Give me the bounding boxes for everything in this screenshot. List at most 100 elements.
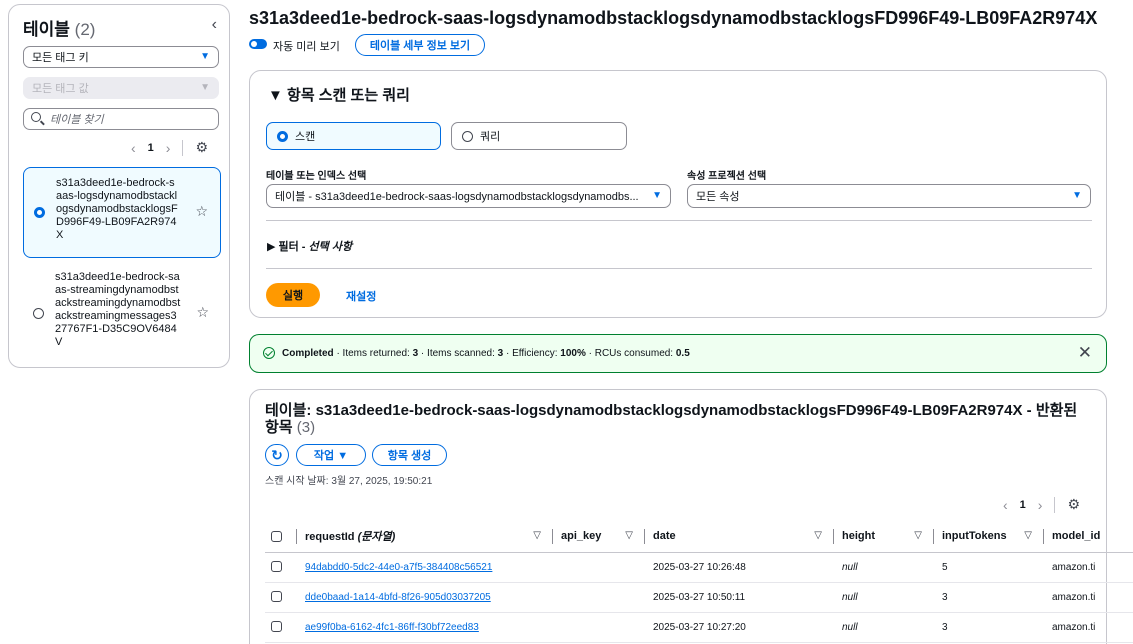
table-index-label: 테이블 또는 인덱스 선택 — [266, 171, 367, 182]
height-cell: null — [836, 612, 936, 643]
column-date[interactable]: date ▽ — [647, 521, 836, 553]
date-cell: 2025-03-27 10:27:20 — [647, 612, 836, 643]
radio-icon[interactable] — [33, 308, 44, 319]
filter-expander[interactable]: ▶ 필터 - 선택 사항 — [267, 238, 352, 254]
sort-caret-icon[interactable]: ▽ — [814, 530, 822, 541]
auto-preview-toggle[interactable] — [249, 39, 267, 49]
create-item-button[interactable]: 항목 생성 — [372, 444, 447, 466]
refresh-icon[interactable]: ↻ — [265, 444, 289, 466]
radio-icon — [462, 131, 473, 142]
gear-icon[interactable]: ⚙ — [195, 139, 208, 156]
height-cell: null — [836, 552, 936, 583]
auto-preview-label: 자동 미리 보기 — [273, 41, 340, 53]
sort-caret-icon[interactable]: ▽ — [533, 530, 541, 541]
table-list-item[interactable]: s31a3deed1e-bedrock-saas-streamingdynamo… — [23, 262, 221, 358]
divider — [182, 139, 184, 156]
api-key-cell — [555, 582, 647, 613]
table-row: ae99f0ba-6162-4fc1-86ff-f30bf72eed83 202… — [265, 612, 1133, 643]
tag-key-select[interactable]: 모든 태그 키 ▼ — [23, 46, 219, 68]
caret-down-icon: ▼ — [200, 51, 210, 62]
next-page-icon[interactable]: › — [1038, 497, 1043, 513]
page-title: s31a3deed1e-bedrock-saas-logsdynamodbsta… — [249, 8, 1098, 28]
close-icon[interactable]: ✕ — [1078, 343, 1092, 363]
success-check-icon — [263, 347, 275, 359]
input-tokens-cell: 3 — [936, 612, 1046, 643]
gear-icon[interactable]: ⚙ — [1067, 496, 1080, 513]
row-checkbox[interactable] — [271, 561, 282, 573]
success-alert: Completed · Items returned: 3 · Items sc… — [249, 334, 1107, 373]
input-tokens-cell: 3 — [936, 582, 1046, 613]
divider — [266, 220, 1092, 221]
prev-page-icon[interactable]: ‹ — [1003, 497, 1008, 513]
alert-message: Completed · Items returned: 3 · Items sc… — [282, 348, 690, 359]
column-height[interactable]: height ▽ — [836, 521, 936, 553]
table-header-row: requestId (문자열) ▽ api_key ▽ date ▽ height ▽ … — [265, 521, 1133, 553]
tables-sidebar: 테이블 (2) ‹ 모든 태그 키 ▼ 모든 태그 값 ▼ 테이블 찾기 ‹ 1… — [8, 4, 230, 368]
scan-query-heading[interactable]: ▼ 항목 스캔 또는 쿼리 — [268, 84, 410, 105]
table-row: dde0baad-1a14-4bfd-8f26-905d03037205 202… — [265, 582, 1133, 613]
column-requestId[interactable]: requestId (문자열) ▽ — [299, 521, 555, 553]
divider — [1054, 496, 1056, 513]
input-tokens-cell: 5 — [936, 552, 1046, 583]
model-id-cell: amazon.ti — [1046, 582, 1133, 613]
scan-query-panel: ▼ 항목 스캔 또는 쿼리 스캔 쿼리 테이블 또는 인덱스 선택 테이블 - … — [249, 70, 1107, 318]
radio-selected-icon[interactable] — [34, 207, 45, 218]
next-page-icon[interactable]: › — [166, 140, 171, 156]
tag-value-select: 모든 태그 값 ▼ — [23, 77, 219, 99]
api-key-cell — [555, 612, 647, 643]
sort-caret-icon[interactable]: ▽ — [914, 530, 922, 541]
projection-label: 속성 프로젝션 선택 — [687, 171, 767, 182]
results-count: (3) — [296, 419, 316, 436]
results-title: 테이블: s31a3deed1e-bedrock-saas-logsdynamo… — [265, 402, 1078, 436]
view-table-details-button[interactable]: 테이블 세부 정보 보기 — [355, 34, 485, 56]
column-inputTokens[interactable]: inputTokens ▽ — [936, 521, 1046, 553]
row-checkbox[interactable] — [271, 591, 282, 603]
caret-down-icon: ▼ — [652, 190, 662, 201]
table-count: (2) — [74, 20, 96, 39]
page-number[interactable]: 1 — [1020, 499, 1026, 511]
actions-button[interactable]: 작업 ▼ — [296, 444, 366, 466]
table-row: 94dabdd0-5dc2-44e0-a7f5-384408c56521 202… — [265, 552, 1133, 583]
select-all-checkbox[interactable] — [271, 530, 282, 542]
date-cell: 2025-03-27 10:26:48 — [647, 552, 836, 583]
query-option[interactable]: 쿼리 — [451, 122, 627, 150]
radio-selected-icon — [277, 131, 288, 142]
sort-caret-icon[interactable]: ▽ — [625, 530, 633, 541]
model-id-cell: amazon.ti — [1046, 552, 1133, 583]
request-id-link[interactable]: 94dabdd0-5dc2-44e0-a7f5-384408c56521 — [305, 562, 492, 573]
caret-down-icon: ▼ — [200, 82, 210, 93]
table-list-item[interactable]: s31a3deed1e-bedrock-saas-logsdynamodbsta… — [23, 167, 221, 258]
run-button[interactable]: 실행 — [266, 283, 320, 307]
collapse-sidebar-icon[interactable]: ‹ — [212, 16, 217, 34]
request-id-link[interactable]: dde0baad-1a14-4bfd-8f26-905d03037205 — [305, 592, 491, 603]
scan-option[interactable]: 스캔 — [266, 122, 441, 150]
model-id-cell: amazon.ti — [1046, 612, 1133, 643]
page-number[interactable]: 1 — [148, 142, 154, 154]
sort-caret-icon[interactable]: ▽ — [1024, 530, 1032, 541]
items-table: requestId (문자열) ▽ api_key ▽ date ▽ height ▽ … — [265, 521, 1133, 643]
api-key-cell — [555, 552, 647, 583]
star-icon[interactable]: ☆ — [195, 204, 208, 218]
sidebar-title: 테이블 (2) — [23, 20, 96, 39]
scan-start-date: 스캔 시작 날짜: 3월 27, 2025, 19:50:21 — [265, 476, 433, 487]
caret-down-icon: ▼ — [1072, 190, 1082, 201]
column-api-key[interactable]: api_key ▽ — [555, 521, 647, 553]
prev-page-icon[interactable]: ‹ — [131, 140, 136, 156]
table-search-input[interactable]: 테이블 찾기 — [23, 108, 219, 130]
sidebar-pagination: ‹ 1 › ⚙ — [131, 139, 208, 156]
divider — [266, 268, 1092, 269]
reset-button[interactable]: 재설정 — [346, 288, 376, 304]
table-index-select[interactable]: 테이블 - s31a3deed1e-bedrock-saas-logsdynam… — [266, 184, 671, 208]
star-icon[interactable]: ☆ — [196, 305, 209, 319]
projection-select[interactable]: 모든 속성 ▼ — [687, 184, 1091, 208]
height-cell: null — [836, 582, 936, 613]
request-id-link[interactable]: ae99f0ba-6162-4fc1-86ff-f30bf72eed83 — [305, 622, 479, 633]
search-icon — [31, 112, 41, 122]
row-checkbox[interactable] — [271, 621, 282, 633]
table-name: s31a3deed1e-bedrock-saas-streamingdynamo… — [55, 271, 181, 348]
column-model-id[interactable]: model_id — [1046, 521, 1133, 553]
date-cell: 2025-03-27 10:50:11 — [647, 582, 836, 613]
table-name: s31a3deed1e-bedrock-saas-logsdynamodbsta… — [56, 177, 178, 241]
results-pagination: ‹ 1 › ⚙ — [1003, 496, 1080, 513]
select-all-column — [265, 521, 299, 553]
